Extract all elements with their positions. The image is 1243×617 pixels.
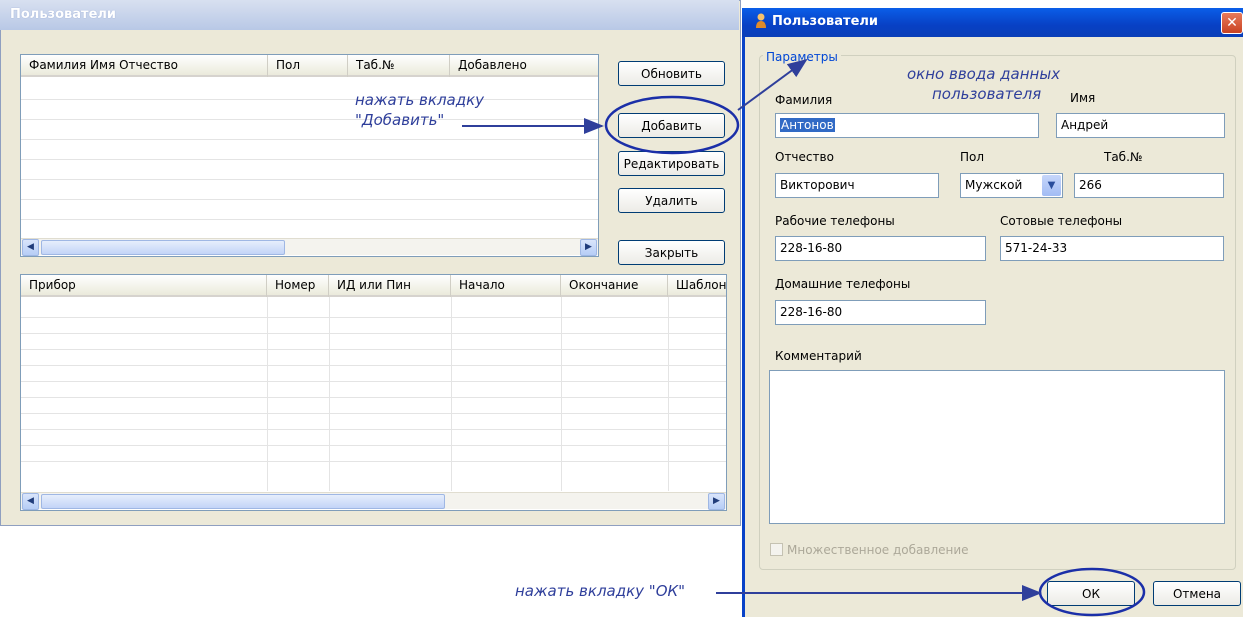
- arrow-to-dialog: [737, 58, 808, 111]
- annotation-arrows: [462, 58, 1146, 617]
- add-button-highlight: [604, 95, 740, 155]
- ok-button-highlight: [1038, 567, 1146, 617]
